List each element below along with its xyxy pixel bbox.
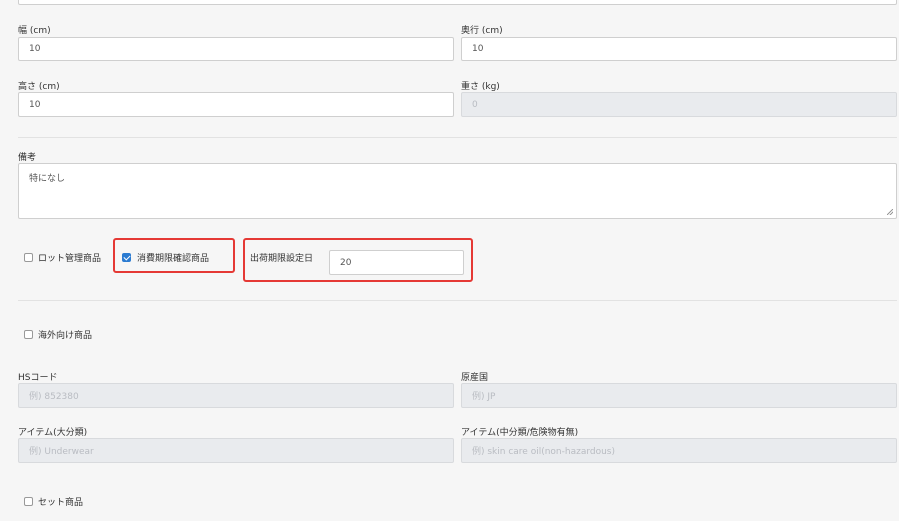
height-value: 10 bbox=[29, 99, 41, 110]
notes-label: 備考 bbox=[18, 153, 37, 163]
width-input[interactable]: 10 bbox=[18, 37, 454, 61]
hs-code-input: 例) 852380 bbox=[18, 383, 454, 408]
notes-value: 特になし bbox=[29, 174, 66, 184]
set-item-checkbox[interactable] bbox=[24, 497, 33, 506]
divider bbox=[18, 300, 897, 301]
item-major-input: 例) Underwear bbox=[18, 438, 454, 463]
shipping-limit-label: 出荷期限設定日 bbox=[250, 254, 314, 264]
weight-label: 重さ (kg) bbox=[461, 82, 500, 92]
origin-placeholder: 例) JP bbox=[472, 392, 496, 402]
depth-label: 奥行 (cm) bbox=[461, 26, 503, 36]
expiry-check-checkbox[interactable] bbox=[122, 253, 131, 262]
divider bbox=[18, 137, 897, 138]
item-major-label: アイテム(大分類) bbox=[18, 428, 88, 438]
width-value: 10 bbox=[29, 44, 41, 54]
hs-code-label: HSコード bbox=[18, 373, 58, 383]
height-input[interactable]: 10 bbox=[18, 92, 454, 117]
lot-managed-checkbox[interactable] bbox=[24, 253, 33, 262]
height-label: 高さ (cm) bbox=[18, 82, 60, 92]
resize-handle-icon[interactable] bbox=[887, 209, 893, 215]
width-label: 幅 (cm) bbox=[18, 26, 51, 36]
shipping-limit-value: 20 bbox=[340, 257, 352, 268]
weight-value: 0 bbox=[472, 99, 478, 110]
item-major-placeholder: 例) Underwear bbox=[29, 447, 94, 457]
item-middle-input: 例) skin care oil(non-hazardous) bbox=[461, 438, 897, 463]
overseas-label: 海外向け商品 bbox=[38, 331, 93, 341]
origin-label: 原産国 bbox=[461, 373, 489, 383]
item-middle-placeholder: 例) skin care oil(non-hazardous) bbox=[472, 447, 616, 457]
top-field-partial[interactable] bbox=[18, 0, 897, 5]
shipping-limit-input[interactable]: 20 bbox=[329, 250, 464, 275]
depth-value: 10 bbox=[472, 44, 484, 54]
lot-managed-label: ロット管理商品 bbox=[38, 254, 102, 264]
depth-input[interactable]: 10 bbox=[461, 37, 897, 61]
weight-input: 0 bbox=[461, 92, 897, 117]
item-middle-label: アイテム(中分類/危険物有無) bbox=[461, 428, 579, 438]
overseas-checkbox[interactable] bbox=[24, 330, 33, 339]
hs-code-placeholder: 例) 852380 bbox=[29, 392, 79, 402]
expiry-check-label: 消費期限確認商品 bbox=[137, 254, 210, 264]
set-item-label: セット商品 bbox=[38, 498, 84, 508]
notes-textarea[interactable]: 特になし bbox=[18, 163, 897, 219]
origin-input: 例) JP bbox=[461, 383, 897, 408]
